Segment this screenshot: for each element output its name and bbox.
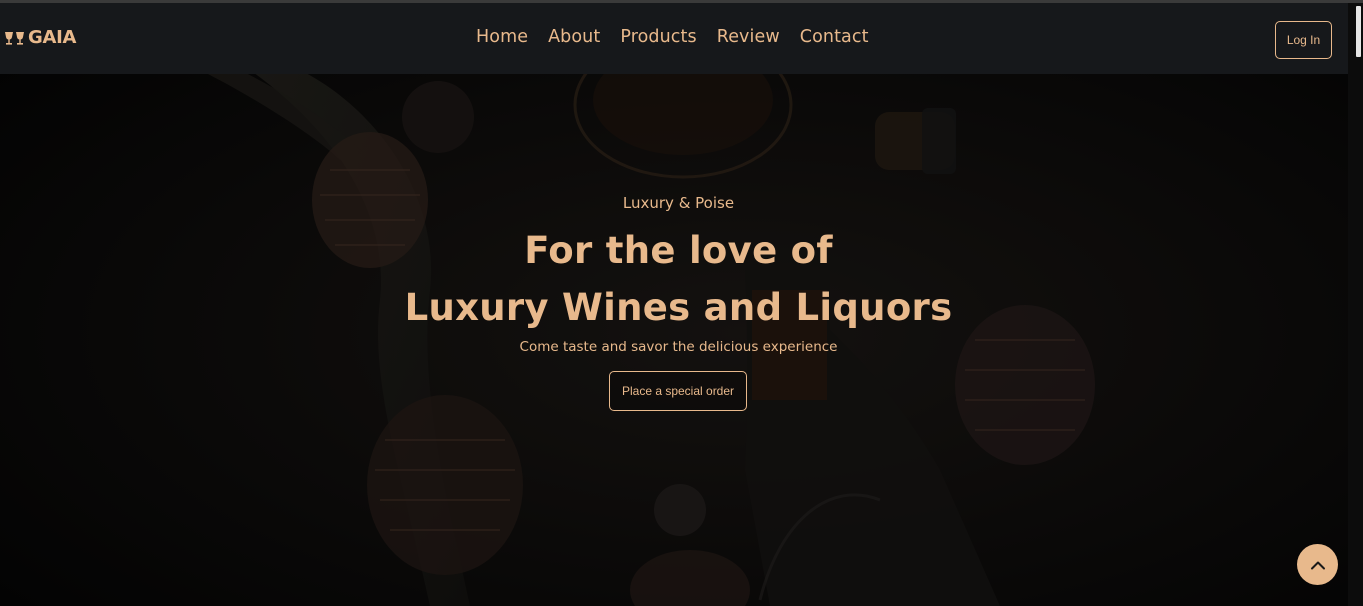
page: GAIA Home About Products Review Contact … [0, 0, 1363, 606]
nav-link-home[interactable]: Home [476, 27, 528, 47]
main-nav: Home About Products Review Contact [476, 27, 889, 47]
navbar: GAIA Home About Products Review Contact … [0, 3, 1348, 74]
hero-title-line-1: For the love of [524, 229, 833, 272]
hero-subtitle: Come taste and savor the delicious exper… [519, 339, 838, 355]
brand-name: GAIA [28, 27, 77, 48]
chevron-up-icon [1310, 555, 1326, 574]
place-order-button[interactable]: Place a special order [609, 371, 747, 411]
scrollbar-thumb[interactable] [1356, 6, 1361, 57]
nav-link-contact[interactable]: Contact [800, 27, 869, 47]
brand-logo[interactable]: GAIA [4, 27, 76, 48]
nav-link-products[interactable]: Products [620, 27, 696, 47]
hero-title: For the love of Luxury Wines and Liquors [0, 222, 1357, 336]
nav-link-about[interactable]: About [548, 27, 600, 47]
nav-link-review[interactable]: Review [717, 27, 780, 47]
hero-title-line-2: Luxury Wines and Liquors [404, 286, 953, 329]
wine-glasses-icon [4, 30, 25, 46]
back-to-top-button[interactable] [1297, 544, 1338, 585]
login-button[interactable]: Log In [1275, 21, 1332, 59]
hero-tagline: Luxury & Poise [622, 194, 735, 212]
